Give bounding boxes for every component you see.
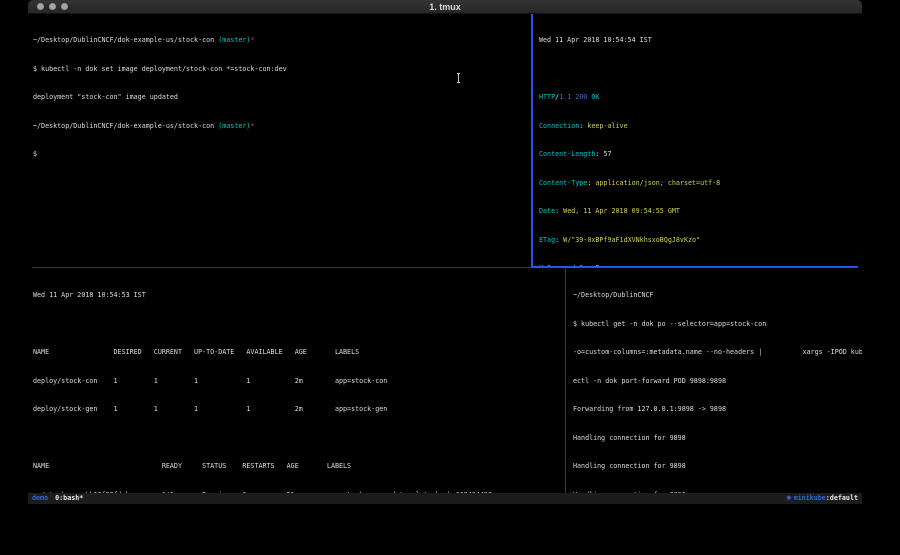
http-status-line: HTTP/1.1 200 OK — [539, 93, 862, 103]
prompt-line: ~/Desktop/DublinCNCF/dok-example-us/stoc… — [33, 36, 531, 46]
window-title: 1. tmux — [28, 0, 862, 14]
git-branch: (master) — [218, 122, 250, 130]
header-value: keep-alive — [587, 122, 627, 130]
table-row: deploy/stock-con 1 1 1 1 2m app=stock-co… — [33, 377, 565, 387]
prompt-line: $ — [33, 150, 531, 160]
git-dirty-flag: * — [250, 36, 254, 44]
header-sep: : — [555, 236, 563, 244]
response-header-line: ETag: W/"39-0xBPf9aF1dXVNkhsxoBQgJ8vKzo" — [539, 236, 862, 246]
response-header-line: Content-Type: application/json; charset=… — [539, 179, 862, 189]
response-header-line: Content-Length: 57 — [539, 150, 862, 160]
blank-line — [33, 434, 565, 444]
response-header-line: Date: Wed, 11 Apr 2018 09:54:55 GMT — [539, 207, 862, 217]
tmux-status-bar: demo 0:bash* ⎈minikube:default — [28, 493, 862, 504]
tmux-status-right: ⎈minikube:default — [786, 493, 858, 504]
terminal-body: ~/Desktop/DublinCNCF/dok-example-us/stoc… — [28, 14, 862, 506]
mouse-ibeam-cursor — [456, 73, 461, 83]
table-row: deploy/stock-gen 1 1 1 1 2m app=stock-ge… — [33, 405, 565, 415]
blank-line — [33, 320, 565, 330]
header-sep: : — [555, 207, 563, 215]
k8s-context-name: minikube — [794, 494, 826, 502]
header-value: application/json; charset=utf-8 — [595, 179, 720, 187]
http-ok: OK — [587, 93, 599, 101]
table-header-pods: NAME READY STATUS RESTARTS AGE LABELS — [33, 462, 565, 472]
output-line: Handling connection for 9898 — [573, 462, 862, 472]
header-key: Content-Type — [539, 179, 587, 187]
screen: 1. tmux ~/Desktop/DublinCNCF/dok-example… — [0, 0, 900, 555]
command-line-wrapped: ectl -n dok port-forward POD 9898:9898 — [573, 377, 862, 387]
pane-bottom-right[interactable]: ~/Desktop/DublinCNCF $ kubectl get -n do… — [567, 269, 862, 493]
cwd-path: ~/Desktop/DublinCNCF/dok-example-us/stoc… — [33, 36, 218, 44]
command-line: $ kubectl get -n dok po --selector=app=s… — [573, 320, 862, 330]
command-line-wrapped: -o=custom-columns=:metadata.name --no-he… — [573, 348, 862, 358]
pane-bottom-left[interactable]: Wed 11 Apr 2018 10:54:53 IST NAME DESIRE… — [28, 269, 565, 493]
header-key: Date — [539, 207, 555, 215]
close-window-button[interactable] — [37, 3, 44, 10]
table-header-deployments: NAME DESIRED CURRENT UP-TO-DATE AVAILABL… — [33, 348, 565, 358]
header-value: W/"39-0xBPf9aF1dXVNkhsxoBQgJ8vKzo" — [563, 236, 700, 244]
pane-divider-vertical-bottom[interactable] — [565, 269, 566, 493]
pane-divider-horizontal-left[interactable] — [32, 267, 531, 268]
pane-top-right[interactable]: Wed 11 Apr 2018 10:54:54 IST HTTP/1.1 20… — [533, 14, 862, 267]
timestamp-line: Wed 11 Apr 2018 10:54:53 IST — [33, 291, 565, 301]
pane-top-left[interactable]: ~/Desktop/DublinCNCF/dok-example-us/stoc… — [28, 14, 531, 267]
header-key: Content-Length — [539, 150, 595, 158]
cwd-path: ~/Desktop/DublinCNCF/dok-example-us/stoc… — [33, 122, 218, 130]
tmux-window-label[interactable]: 0:bash* — [55, 494, 83, 502]
tmux-session-name: demo — [32, 494, 48, 502]
pane-divider-horizontal-right[interactable] — [531, 266, 858, 268]
output-line: deployment "stock-con" image updated — [33, 93, 531, 103]
kubernetes-helm-icon: ⎈ — [786, 494, 791, 502]
blank-line — [539, 65, 862, 75]
git-branch: (master) — [218, 36, 250, 44]
terminal-window: 1. tmux ~/Desktop/DublinCNCF/dok-example… — [28, 0, 862, 506]
tmux-status-left: demo 0:bash* — [32, 493, 83, 504]
header-key: Connection — [539, 122, 579, 130]
git-dirty-flag: * — [250, 122, 254, 130]
response-header-line: Connection: keep-alive — [539, 122, 862, 132]
timestamp-line: Wed 11 Apr 2018 10:54:54 IST — [539, 36, 862, 46]
prompt-line: ~/Desktop/DublinCNCF/dok-example-us/stoc… — [33, 122, 531, 132]
header-key: ETag — [539, 236, 555, 244]
output-line: Forwarding from 127.0.0.1:9898 -> 9898 — [573, 405, 862, 415]
header-value: Wed, 11 Apr 2018 09:54:55 GMT — [563, 207, 680, 215]
minimize-window-button[interactable] — [49, 3, 56, 10]
zoom-window-button[interactable] — [61, 3, 68, 10]
window-titlebar[interactable]: 1. tmux — [28, 0, 862, 14]
header-value: 57 — [603, 150, 611, 158]
output-line: Handling connection for 9898 — [573, 434, 862, 444]
http-version-status: 1.1 200 — [559, 93, 587, 101]
k8s-namespace: :default — [826, 494, 858, 502]
http-proto: HTTP — [539, 93, 555, 101]
prompt-line: ~/Desktop/DublinCNCF — [573, 291, 862, 301]
